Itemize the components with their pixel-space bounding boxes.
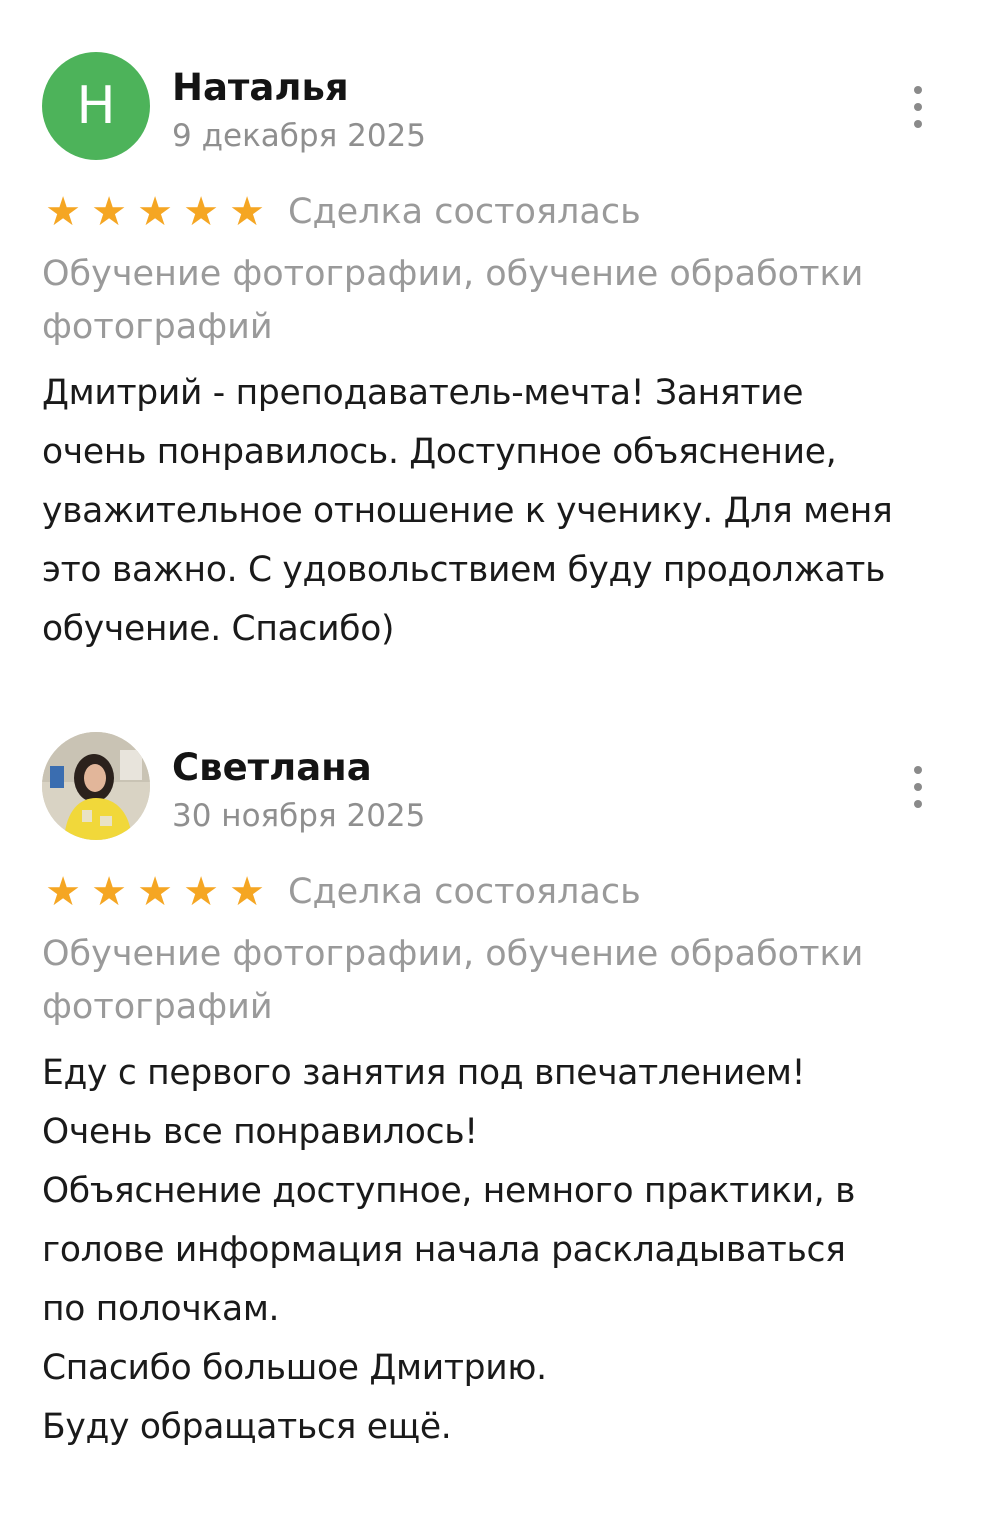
star-icon: ★ (183, 869, 219, 915)
review-date: 30 ноября 2025 (172, 798, 426, 834)
avatar-initial: Н (76, 76, 116, 136)
star-icon: ★ (45, 189, 81, 235)
star-icon: ★ (137, 189, 173, 235)
avatar[interactable]: Н (42, 52, 150, 160)
more-vertical-icon (914, 86, 922, 94)
more-options-button[interactable] (906, 766, 930, 808)
review-date: 9 декабря 2025 (172, 118, 426, 154)
more-vertical-icon (914, 120, 922, 128)
star-rating: ★ ★ ★ ★ ★ (42, 872, 268, 912)
star-icon: ★ (137, 869, 173, 915)
avatar[interactable] (42, 732, 150, 840)
review-card: Н Наталья 9 декабря 2025 ★ ★ ★ ★ ★ Сделк… (42, 52, 942, 659)
star-icon: ★ (183, 189, 219, 235)
author-name[interactable]: Светлана (172, 746, 372, 789)
rating-row: ★ ★ ★ ★ ★ Сделка состоялась (42, 190, 942, 234)
star-icon: ★ (91, 869, 127, 915)
author-name[interactable]: Наталья (172, 66, 349, 109)
deal-status: Сделка состоялась (288, 872, 641, 912)
more-vertical-icon (914, 783, 922, 791)
star-rating: ★ ★ ★ ★ ★ (42, 192, 268, 232)
service-name: Обучение фотографии, обучение обработки … (42, 934, 864, 1027)
more-vertical-icon (914, 103, 922, 111)
review-text: Дмитрий - преподаватель-мечта! Занятие о… (42, 373, 893, 649)
more-options-button[interactable] (906, 86, 930, 128)
review-header: Н Наталья 9 декабря 2025 (42, 52, 942, 164)
service-name: Обучение фотографии, обучение обработки … (42, 254, 864, 347)
avatar-photo-image (42, 732, 150, 840)
star-icon: ★ (229, 869, 265, 915)
more-vertical-icon (914, 800, 922, 808)
deal-status: Сделка состоялась (288, 192, 641, 232)
more-vertical-icon (914, 766, 922, 774)
review-text: Еду с первого занятия под впечатлением! … (42, 1053, 856, 1447)
rating-row: ★ ★ ★ ★ ★ Сделка состоялась (42, 870, 942, 914)
star-icon: ★ (91, 189, 127, 235)
star-icon: ★ (229, 189, 265, 235)
star-icon: ★ (45, 869, 81, 915)
review-card: Светлана 30 ноября 2025 ★ ★ ★ ★ ★ Сделка… (42, 732, 942, 1457)
review-header: Светлана 30 ноября 2025 (42, 732, 942, 844)
